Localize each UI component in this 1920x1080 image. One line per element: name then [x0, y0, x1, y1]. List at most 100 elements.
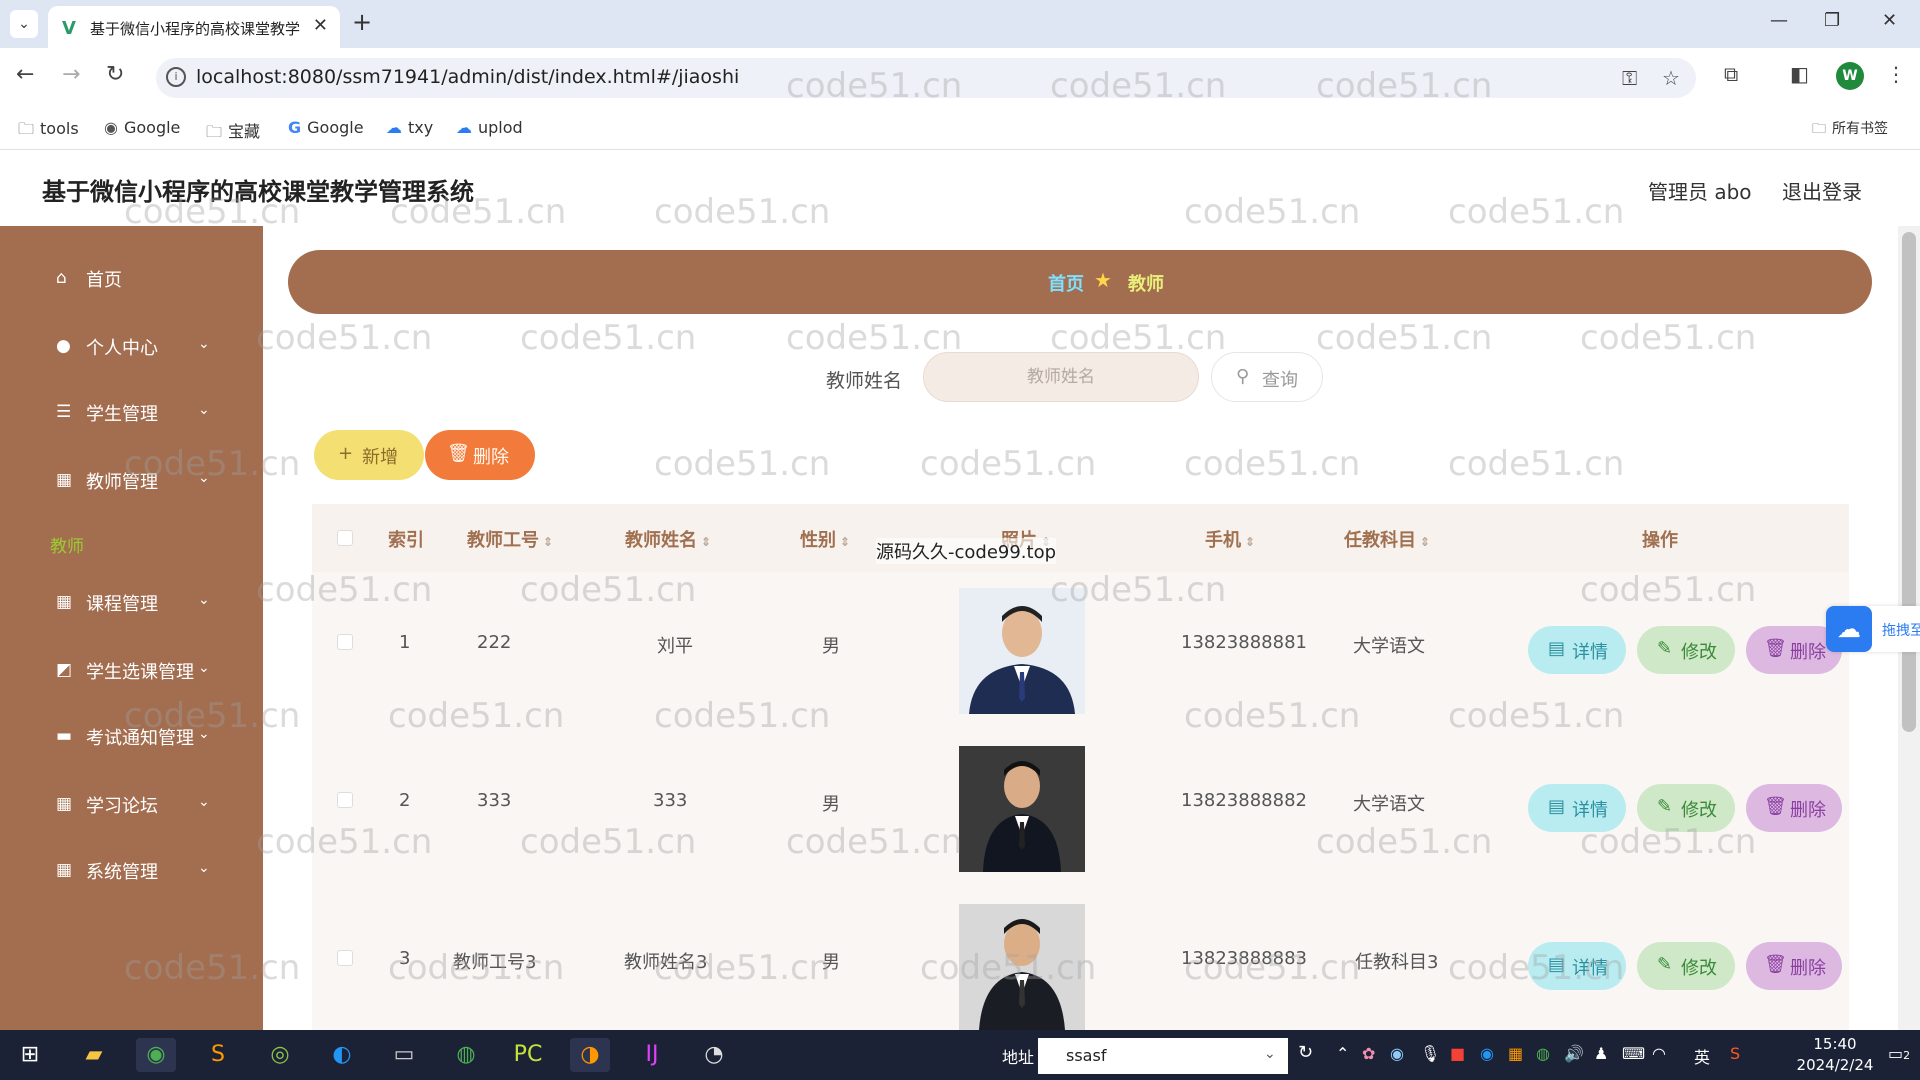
- edit-button[interactable]: ✎ 修改: [1637, 942, 1735, 990]
- extensions-icon[interactable]: ⧉: [1724, 62, 1738, 86]
- add-button[interactable]: + 新增: [314, 430, 424, 480]
- detail-button[interactable]: ▤ 详情: [1528, 784, 1626, 832]
- document-icon: ▤: [1548, 954, 1566, 975]
- col-teacher-name[interactable]: 教师姓名 ⇕: [625, 526, 711, 552]
- sidebar-item-home[interactable]: ⌂ 首页: [0, 258, 263, 298]
- volume-icon[interactable]: 🔊: [1564, 1044, 1584, 1063]
- site-info-icon[interactable]: i: [166, 67, 186, 87]
- tray-app-icon[interactable]: ■: [1450, 1044, 1465, 1063]
- chat-app-icon[interactable]: ◔: [694, 1038, 734, 1072]
- sidebar-item-personal-center[interactable]: ● 个人中心 ⌄: [0, 326, 263, 366]
- sidepanel-icon[interactable]: ◧: [1790, 62, 1809, 86]
- edit-button[interactable]: ✎ 修改: [1637, 626, 1735, 674]
- col-gender[interactable]: 性别 ⇕: [800, 526, 850, 552]
- bookmark-google[interactable]: ◉ Google: [104, 118, 180, 137]
- delete-button[interactable]: 🗑 删除: [1746, 942, 1842, 990]
- sidebar-item-forum[interactable]: ▦ 学习论坛 ⌄: [0, 784, 263, 824]
- sort-icon[interactable]: ⇕: [543, 535, 553, 549]
- reload-icon[interactable]: ↻: [106, 62, 124, 87]
- menu-kebab-icon[interactable]: ⋮: [1886, 62, 1906, 86]
- sort-icon[interactable]: ⇕: [701, 535, 711, 549]
- tray-app-icon[interactable]: ◉: [1390, 1044, 1404, 1063]
- sublime-icon[interactable]: S: [198, 1038, 238, 1072]
- edit-button[interactable]: ✎ 修改: [1637, 784, 1735, 832]
- bookmark-uplod[interactable]: ☁ uplod: [456, 118, 523, 137]
- tray-app-icon[interactable]: ⌨: [1622, 1044, 1645, 1063]
- select-all-checkbox[interactable]: [337, 530, 353, 546]
- browser-tab[interactable]: V 基于微信小程序的高校课堂教学 ✕: [48, 6, 340, 48]
- intellij-icon[interactable]: IJ: [632, 1038, 672, 1072]
- address-bar[interactable]: i localhost:8080/ssm71941/admin/dist/ind…: [156, 58, 1696, 98]
- restore-icon[interactable]: ❐: [1824, 10, 1840, 31]
- taskbar-address-input[interactable]: ssasf ⌄: [1038, 1038, 1288, 1074]
- row-checkbox[interactable]: [337, 792, 353, 808]
- close-window-icon[interactable]: ✕: [1882, 10, 1897, 31]
- delete-button[interactable]: 🗑 删除: [1746, 784, 1842, 832]
- query-button[interactable]: ⚲ 查询: [1211, 352, 1323, 402]
- key-icon[interactable]: ⚿: [1622, 66, 1637, 90]
- sidebar-subitem-teacher[interactable]: 教师: [50, 532, 84, 557]
- sidebar-item-exam-notice-mgmt[interactable]: ▬ 考试通知管理 ⌄: [0, 716, 263, 756]
- refresh-icon[interactable]: ↻: [1298, 1042, 1313, 1063]
- tray-expand-icon[interactable]: ⌃: [1336, 1044, 1349, 1063]
- notification-center[interactable]: ▭2: [1888, 1044, 1910, 1063]
- wechat-tray-icon[interactable]: ◍: [1536, 1044, 1550, 1063]
- sidebar-item-system-mgmt[interactable]: ▦ 系统管理 ⌄: [0, 850, 263, 890]
- language-indicator[interactable]: 英: [1694, 1044, 1710, 1068]
- sidebar-item-course-selection-mgmt[interactable]: ◩ 学生选课管理 ⌄: [0, 650, 263, 690]
- cell-gender: 男: [822, 794, 840, 815]
- profile-avatar[interactable]: W: [1836, 62, 1864, 90]
- chevron-down-icon[interactable]: ⌄: [1264, 1046, 1276, 1062]
- sidebar-item-course-mgmt[interactable]: ▦ 课程管理 ⌄: [0, 582, 263, 622]
- bookmark-txy[interactable]: ☁ txy: [386, 118, 433, 137]
- tray-app-icon[interactable]: ◉: [1480, 1044, 1494, 1063]
- sort-icon[interactable]: ⇕: [1420, 535, 1430, 549]
- bookmark-baozang[interactable]: 🗀 宝藏: [206, 118, 260, 148]
- scrollbar-thumb[interactable]: [1902, 232, 1916, 732]
- tray-app-icon[interactable]: ✿: [1362, 1044, 1375, 1063]
- terminal-icon[interactable]: ▭: [384, 1038, 424, 1072]
- url-text[interactable]: localhost:8080/ssm71941/admin/dist/index…: [196, 66, 739, 88]
- breadcrumb-home[interactable]: 首页: [1048, 270, 1084, 296]
- sidebar-item-student-mgmt[interactable]: ☰ 学生管理 ⌄: [0, 392, 263, 432]
- star-icon[interactable]: ☆: [1662, 66, 1680, 90]
- all-bookmarks[interactable]: 🗀 所有书签: [1812, 118, 1888, 142]
- browser-app-icon[interactable]: ◎: [260, 1038, 300, 1072]
- sidebar-item-teacher-mgmt[interactable]: ▦ 教师管理 ⌄: [0, 460, 263, 500]
- forward-icon[interactable]: →: [62, 62, 80, 87]
- floating-drag-widget[interactable]: ☁ 拖拽至: [1826, 606, 1920, 652]
- file-explorer-icon[interactable]: ▰: [74, 1038, 114, 1072]
- chrome-icon[interactable]: ◉: [136, 1038, 176, 1072]
- pycharm-icon[interactable]: PC: [508, 1038, 548, 1072]
- logout-link[interactable]: 退出登录: [1782, 176, 1862, 205]
- row-checkbox[interactable]: [337, 634, 353, 650]
- clock[interactable]: 15:40 2024/2/24: [1790, 1034, 1880, 1076]
- col-teacher-id[interactable]: 教师工号 ⇕: [467, 526, 553, 552]
- teacher-name-search-input[interactable]: [923, 352, 1199, 402]
- detail-button[interactable]: ▤ 详情: [1528, 626, 1626, 674]
- tray-app-icon[interactable]: ▦: [1508, 1044, 1523, 1063]
- close-tab-icon[interactable]: ✕: [313, 15, 328, 36]
- batch-delete-button[interactable]: 🗑 删除: [425, 430, 535, 480]
- col-subject[interactable]: 任教科目 ⇕: [1344, 526, 1430, 552]
- ime-icon[interactable]: S: [1730, 1044, 1740, 1063]
- edge-icon[interactable]: ◐: [322, 1038, 362, 1072]
- app-icon[interactable]: ◑: [570, 1038, 610, 1072]
- new-tab-button[interactable]: +: [352, 8, 372, 36]
- col-phone[interactable]: 手机 ⇕: [1205, 526, 1255, 552]
- detail-button[interactable]: ▤ 详情: [1528, 942, 1626, 990]
- microphone-icon[interactable]: 🎙: [1420, 1044, 1440, 1063]
- windows-start-icon[interactable]: ⊞: [10, 1038, 50, 1072]
- wifi-icon[interactable]: ◠: [1652, 1044, 1666, 1063]
- tray-app-icon[interactable]: ♟: [1594, 1044, 1608, 1063]
- minimize-icon[interactable]: —: [1770, 10, 1788, 31]
- tab-list-button[interactable]: ⌄: [10, 10, 38, 38]
- bookmark-google-2[interactable]: G Google: [288, 118, 364, 137]
- back-icon[interactable]: ←: [16, 62, 34, 87]
- sort-icon[interactable]: ⇕: [1245, 535, 1255, 549]
- row-checkbox[interactable]: [337, 950, 353, 966]
- sort-icon[interactable]: ⇕: [840, 535, 850, 549]
- bookmark-tools[interactable]: 🗀 tools: [18, 118, 79, 145]
- wechat-icon[interactable]: ◍: [446, 1038, 486, 1072]
- chevron-down-icon: ⌄: [198, 470, 210, 486]
